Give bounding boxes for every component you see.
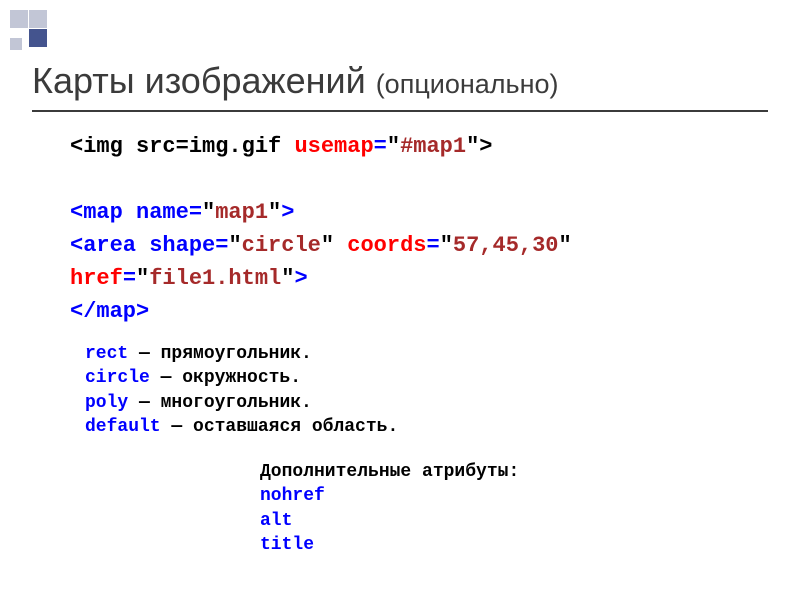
code-value: file1.html [149, 266, 281, 291]
shape-list: rect — прямоугольник. circle — окружност… [85, 342, 398, 439]
code-value: map1 [215, 200, 268, 225]
shape-key: poly [85, 393, 128, 413]
code-attr: href [70, 266, 123, 291]
code-quote: " [466, 134, 479, 159]
code-punct: < [70, 233, 83, 258]
code-quote: " [387, 134, 400, 159]
code-punct: = [426, 233, 439, 258]
shape-key: default [85, 417, 161, 437]
code-quote: " [440, 233, 453, 258]
code-value: 57,45,30 [453, 233, 559, 258]
code-text: <img src=img.gif [70, 134, 294, 159]
code-punct: = [189, 200, 202, 225]
shape-key: rect [85, 344, 128, 364]
code-tag: map name [83, 200, 189, 225]
code-punct: = [215, 233, 228, 258]
code-quote: " [136, 266, 149, 291]
code-punct: > [136, 299, 149, 324]
code-value: #map1 [400, 134, 466, 159]
slide-subtitle: (опционально) [376, 69, 559, 99]
code-attr: usemap [294, 134, 373, 159]
shape-desc: — оставшаяся область. [161, 417, 399, 437]
code-quote: " [268, 200, 281, 225]
code-attr: coords [347, 233, 426, 258]
slide-title: Карты изображений [32, 60, 376, 101]
extra-attr: nohref [260, 486, 325, 506]
code-value: circle [242, 233, 321, 258]
code-text: > [479, 134, 492, 159]
code-punct: </ [70, 299, 96, 324]
shape-desc: — окружность. [150, 368, 301, 388]
code-punct: < [70, 200, 83, 225]
code-punct: = [374, 134, 387, 159]
code-space [334, 233, 347, 258]
code-quote: " [281, 266, 294, 291]
extra-attr: title [260, 535, 314, 555]
code-tag: area shape [83, 233, 215, 258]
code-punct: > [281, 200, 294, 225]
code-quote: " [202, 200, 215, 225]
code-punct: = [123, 266, 136, 291]
title-underline [32, 110, 768, 112]
extra-attrs: Дополнительные атрибуты: nohref alt titl… [260, 460, 519, 557]
shape-key: circle [85, 368, 150, 388]
shape-desc: — многоугольник. [128, 393, 312, 413]
code-quote: " [321, 233, 334, 258]
code-quote: " [559, 233, 572, 258]
code-quote: " [228, 233, 241, 258]
code-tag: map [96, 299, 136, 324]
shape-desc: — прямоугольник. [128, 344, 312, 364]
extra-attrs-heading: Дополнительные атрибуты: [260, 462, 519, 482]
extra-attr: alt [260, 511, 292, 531]
code-punct: > [294, 266, 307, 291]
code-block-main: <img src=img.gif usemap="#map1"> <map na… [70, 130, 572, 328]
